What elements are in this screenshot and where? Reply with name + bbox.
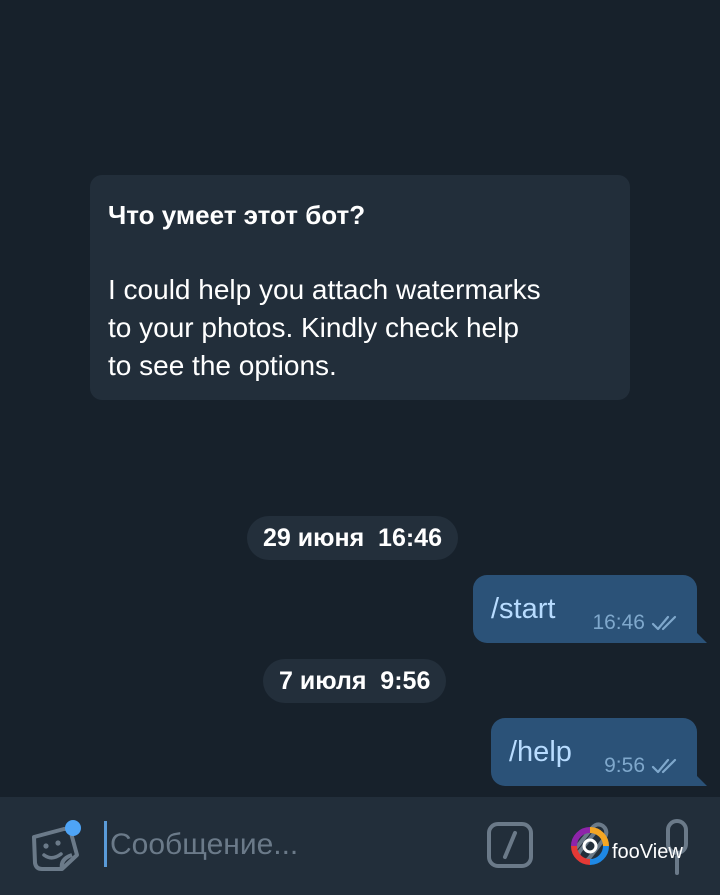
bot-info-line: I could help you attach watermarks bbox=[108, 274, 541, 305]
notification-dot bbox=[65, 820, 81, 836]
message-time: 16:46 bbox=[592, 611, 645, 634]
outgoing-message[interactable]: /start 16:46 bbox=[473, 575, 707, 643]
watermark-text: fooView bbox=[612, 841, 683, 863]
double-check-icon bbox=[651, 615, 677, 631]
fooview-logo-icon bbox=[571, 827, 609, 865]
bubble-tail bbox=[693, 772, 707, 786]
bubble-tail bbox=[693, 629, 707, 643]
sticker-icon[interactable] bbox=[28, 819, 86, 875]
double-check-icon bbox=[651, 758, 677, 774]
bot-info-line: to see the options. bbox=[108, 350, 337, 381]
bot-info-title: Что умеет этот бот? bbox=[108, 200, 366, 230]
date-separator: 29 июня 16:46 bbox=[247, 516, 458, 560]
bot-info-card: Что умеет этот бот? I could help you att… bbox=[90, 175, 630, 400]
bot-info-line: to your photos. Kindly check help bbox=[108, 312, 519, 343]
message-text: /help bbox=[509, 736, 572, 768]
message-text: /start bbox=[491, 593, 556, 625]
bot-info-description: I could help you attach watermarks to yo… bbox=[108, 271, 612, 385]
message-meta: 9:56 bbox=[604, 754, 683, 778]
message-meta: 16:46 bbox=[592, 611, 683, 635]
outgoing-message[interactable]: /help 9:56 bbox=[491, 718, 707, 786]
bot-command-icon[interactable] bbox=[486, 821, 534, 869]
message-time: 9:56 bbox=[604, 754, 645, 777]
message-input[interactable] bbox=[110, 821, 450, 869]
chat-area[interactable]: Что умеет этот бот? I could help you att… bbox=[0, 0, 720, 797]
text-cursor bbox=[104, 821, 107, 867]
date-separator: 7 июля 9:56 bbox=[263, 659, 447, 703]
